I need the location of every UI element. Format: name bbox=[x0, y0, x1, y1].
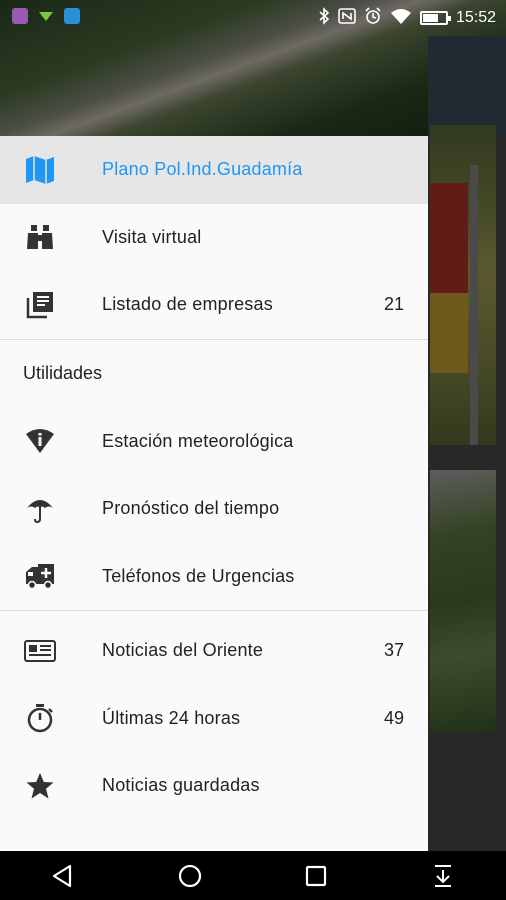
drawer-item-label: Pronóstico del tiempo bbox=[102, 498, 280, 519]
timer-icon bbox=[24, 702, 56, 734]
weather-station-icon bbox=[24, 425, 56, 457]
nfc-icon bbox=[338, 7, 356, 29]
drawer-item-visita-virtual[interactable]: Visita virtual bbox=[0, 204, 428, 272]
drawer-item-noticias-guardadas[interactable]: Noticias guardadas bbox=[0, 752, 428, 820]
drawer-item-listado-empresas[interactable]: Listado de empresas 21 bbox=[0, 271, 428, 339]
utilities-header: Utilidades bbox=[23, 363, 103, 383]
drawer-item-label: Visita virtual bbox=[102, 226, 202, 247]
drawer-item-label: Últimas 24 horas bbox=[102, 707, 241, 728]
app-icon bbox=[64, 7, 80, 24]
ambulance-icon bbox=[24, 560, 56, 592]
drawer-item-label: Plano Pol.Ind.Guadamía bbox=[102, 159, 303, 180]
battery-icon bbox=[419, 11, 451, 25]
drawer-item-telefonos-urgencias[interactable]: Teléfonos de Urgencias bbox=[0, 543, 428, 611]
notification-pull-icon[interactable] bbox=[423, 856, 463, 896]
drawer-item-count: 49 bbox=[383, 707, 404, 728]
notification-app-icon bbox=[12, 7, 28, 24]
drawer-item-noticias-oriente[interactable]: Noticias del Oriente 37 bbox=[0, 617, 428, 685]
drawer-item-count: 21 bbox=[383, 294, 404, 315]
drawer-item-label: Noticias del Oriente bbox=[102, 640, 264, 661]
drawer-item-estacion-meteorologica[interactable]: Estación meteorológica bbox=[0, 408, 428, 476]
recents-icon[interactable] bbox=[296, 856, 336, 896]
system-navigation-bar bbox=[0, 851, 506, 900]
drawer-item-label: Listado de empresas bbox=[102, 294, 273, 315]
alarm-icon bbox=[364, 6, 382, 30]
status-bar: 15:52 bbox=[0, 0, 506, 36]
drawer-item-pronostico[interactable]: Pronóstico del tiempo bbox=[0, 475, 428, 543]
star-icon bbox=[24, 770, 56, 802]
drawer-item-label: Teléfonos de Urgencias bbox=[102, 565, 295, 586]
drawer-item-label: Noticias guardadas bbox=[102, 775, 260, 796]
status-time: 15:52 bbox=[455, 9, 496, 26]
drawer-item-ultimas-24-horas[interactable]: Últimas 24 horas 49 bbox=[0, 685, 428, 753]
map-icon bbox=[24, 154, 56, 186]
navigation-drawer: Plano Pol.Ind.Guadamía Visita virtual Li… bbox=[0, 136, 428, 851]
back-icon[interactable] bbox=[43, 856, 83, 896]
drawer-item-label: Estación meteorológica bbox=[102, 430, 294, 451]
newspaper-icon bbox=[24, 635, 56, 667]
battery-level-fill bbox=[422, 14, 439, 22]
library-books-icon bbox=[24, 289, 56, 321]
bluetooth-icon bbox=[318, 7, 330, 29]
home-icon[interactable] bbox=[170, 856, 210, 896]
umbrella-icon bbox=[24, 493, 56, 525]
binoculars-icon bbox=[24, 221, 56, 253]
wifi-icon bbox=[390, 8, 412, 29]
signal-app-icon bbox=[38, 8, 54, 29]
drawer-item-plano[interactable]: Plano Pol.Ind.Guadamía bbox=[0, 136, 428, 204]
drawer-item-count: 37 bbox=[383, 640, 404, 661]
